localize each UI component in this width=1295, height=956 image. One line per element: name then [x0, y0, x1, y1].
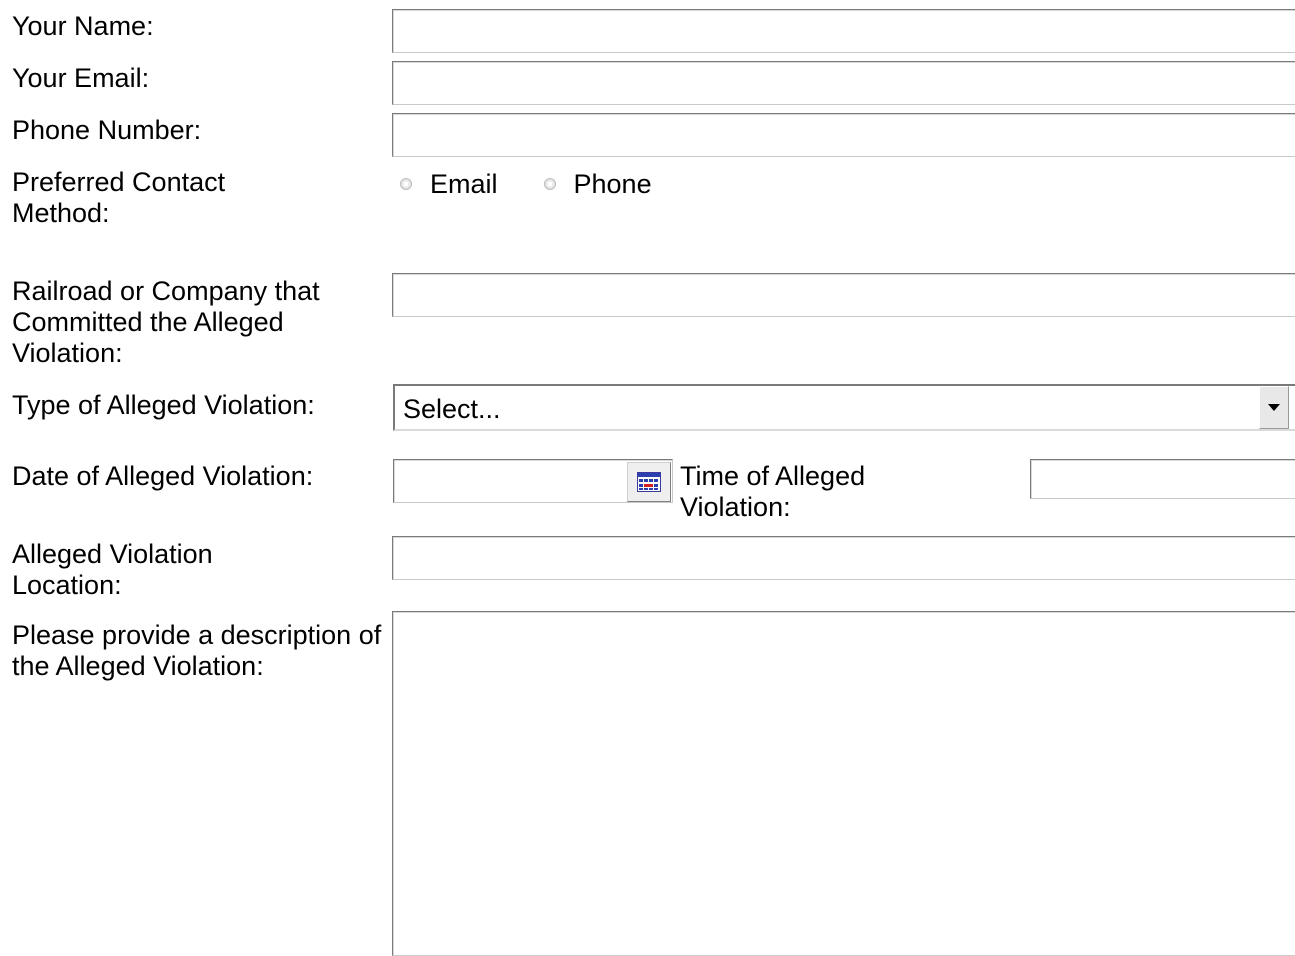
violation-type-label: Type of Alleged Violation: [12, 390, 315, 420]
location-input[interactable] [392, 536, 1295, 580]
time-label: Time of Alleged Violation: [680, 461, 866, 522]
email-input[interactable] [392, 61, 1295, 105]
contact-method-label: Preferred Contact Method: [12, 167, 226, 228]
contact-method-email-label: Email [430, 168, 498, 199]
calendar-button[interactable] [627, 462, 671, 502]
time-input[interactable] [1030, 459, 1295, 499]
contact-method-radio-group: Email Phone [398, 166, 696, 202]
violation-type-select[interactable]: Select... [393, 384, 1295, 431]
name-input[interactable] [392, 9, 1295, 53]
chevron-down-icon [1268, 404, 1280, 411]
description-textarea[interactable] [392, 611, 1295, 956]
email-label: Your Email: [12, 63, 150, 93]
name-label: Your Name: [12, 11, 154, 41]
contact-method-email-option[interactable]: Email [398, 169, 542, 200]
company-label: Railroad or Company that Committed the A… [12, 276, 320, 368]
calendar-icon [637, 472, 661, 492]
company-input[interactable] [392, 273, 1295, 317]
date-label: Date of Alleged Violation: [12, 461, 314, 491]
contact-method-phone-label: Phone [573, 168, 652, 199]
contact-method-phone-option[interactable]: Phone [542, 169, 696, 200]
contact-method-phone-radio[interactable] [543, 178, 556, 190]
violation-type-selected-value: Select... [403, 394, 501, 424]
location-label: Alleged Violation Location: [12, 539, 213, 600]
phone-input[interactable] [392, 113, 1295, 157]
contact-method-email-radio[interactable] [400, 178, 412, 190]
phone-label: Phone Number: [12, 115, 202, 145]
dropdown-arrow-button[interactable] [1259, 386, 1289, 429]
description-label: Please provide a description of the Alle… [12, 620, 382, 681]
